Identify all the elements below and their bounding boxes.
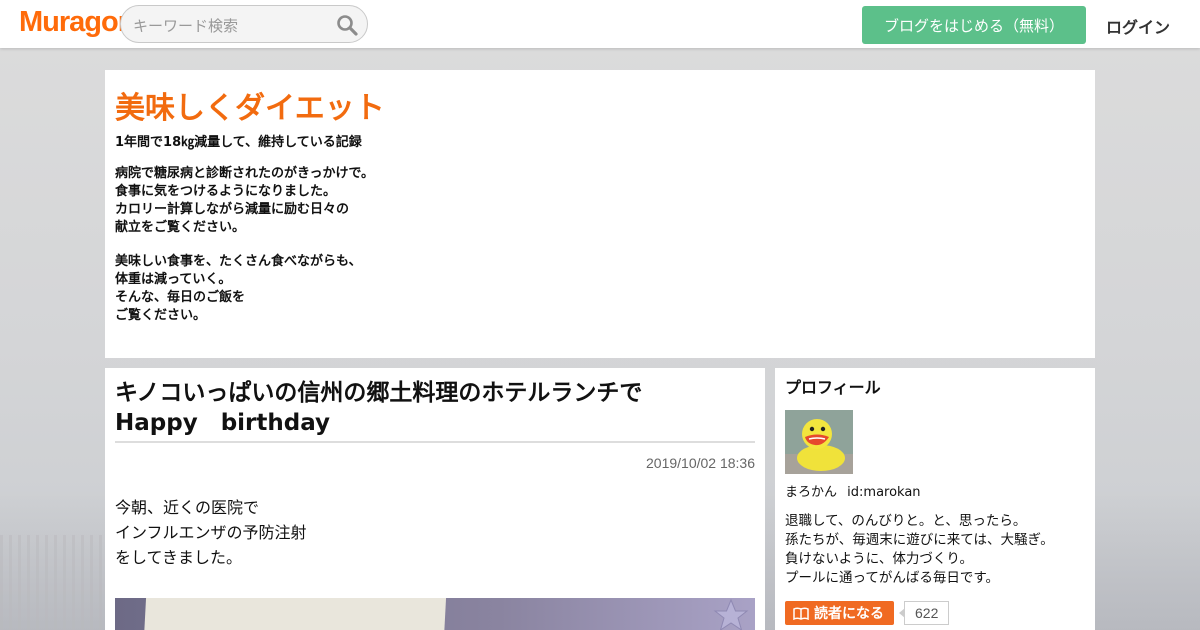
login-link[interactable]: ログイン: [1106, 14, 1170, 38]
follow-button-label: 読者になる: [814, 606, 884, 622]
blog-subtitle: 1年間で18㎏減量して、維持している記録: [115, 135, 362, 150]
start-blog-button[interactable]: ブログをはじめる（無料）: [862, 6, 1086, 44]
article-date: 2019/10/02 18:36: [646, 455, 755, 471]
article-title[interactable]: キノコいっぱいの信州の郷土料理のホテルランチで Happy birthday: [115, 378, 755, 443]
follow-button[interactable]: 読者になる: [785, 601, 894, 625]
article-body-line: インフルエンザの予防注射: [115, 523, 307, 542]
blog-description: 病院で糖尿病と診断されたのがきっかけで。 食事に気をつけるようになりました。 カ…: [115, 165, 1085, 325]
profile-name-row: まろかん id:marokan: [785, 485, 1085, 501]
star-icon: [713, 598, 749, 630]
description-line: ご覧ください。: [115, 308, 207, 323]
description-line: 美味しい食事を、たくさん食べながらも、: [115, 254, 362, 269]
profile-bio: 退職して、のんびりと。と、思ったら。 孫たちが、毎週末に遊びに来ては、大騒ぎ。 …: [785, 512, 1085, 588]
description-line: 体重は減っていく。: [115, 272, 232, 287]
search-input[interactable]: [131, 14, 335, 38]
description-line: 食事に気をつけるようになりました。: [115, 184, 337, 199]
top-navigation-bar: Muragon ブログをはじめる（無料） ログイン: [0, 0, 1200, 48]
description-line: 病院で糖尿病と診断されたのがきっかけで。: [115, 166, 374, 181]
profile-bio-line: プールに通ってがんばる毎日です。: [785, 570, 999, 586]
profile-name: まろかん: [785, 485, 838, 500]
description-line: 献立をご覧ください。: [115, 220, 246, 235]
article-photo[interactable]: [115, 598, 755, 630]
article-body-line: をしてきました。: [115, 548, 243, 567]
article-card: キノコいっぱいの信州の郷土料理のホテルランチで Happy birthday 2…: [105, 368, 765, 630]
background-crane: [0, 535, 105, 630]
article-body-line: 今朝、近くの医院で: [115, 498, 260, 517]
profile-heading: プロフィール: [785, 378, 881, 397]
avatar[interactable]: [785, 410, 853, 474]
search-box: [120, 5, 368, 43]
profile-bio-line: 負けないように、体力づくり。: [785, 551, 974, 567]
description-line: カロリー計算しながら減量に励む日々の: [115, 202, 350, 217]
article-body: 今朝、近くの医院で インフルエンザの予防注射 をしてきました。: [115, 495, 755, 570]
profile-user-id: id:marokan: [847, 485, 921, 500]
document-image: [143, 598, 447, 630]
description-paragraph: 美味しい食事を、たくさん食べながらも、 体重は減っていく。 そんな、毎日のご飯を…: [115, 253, 1085, 325]
search-icon[interactable]: [336, 14, 358, 36]
description-paragraph: 病院で糖尿病と診断されたのがきっかけで。 食事に気をつけるようになりました。 カ…: [115, 165, 1085, 237]
description-line: そんな、毎日のご飯を: [115, 290, 246, 305]
book-icon: [793, 607, 809, 620]
follow-row: 読者になる 622: [785, 601, 1085, 625]
duck-avatar-image: [785, 410, 853, 474]
profile-sidebar: プロフィール まろかん id:marokan 退職して、のんびりと。と、思ったら…: [775, 368, 1095, 630]
muragon-logo[interactable]: Muragon: [19, 6, 135, 39]
follower-count: 622: [898, 601, 950, 625]
profile-bio-line: 退職して、のんびりと。と、思ったら。: [785, 513, 1027, 529]
article-title-line: Happy birthday: [115, 410, 331, 436]
blog-header: 美味しくダイエット 1年間で18㎏減量して、維持している記録 病院で糖尿病と診断…: [105, 70, 1095, 358]
profile-bio-line: 孫たちが、毎週末に遊びに来ては、大騒ぎ。: [785, 532, 1054, 548]
article-title-line: キノコいっぱいの信州の郷土料理のホテルランチで: [115, 380, 643, 406]
blog-title[interactable]: 美味しくダイエット: [115, 90, 1085, 128]
